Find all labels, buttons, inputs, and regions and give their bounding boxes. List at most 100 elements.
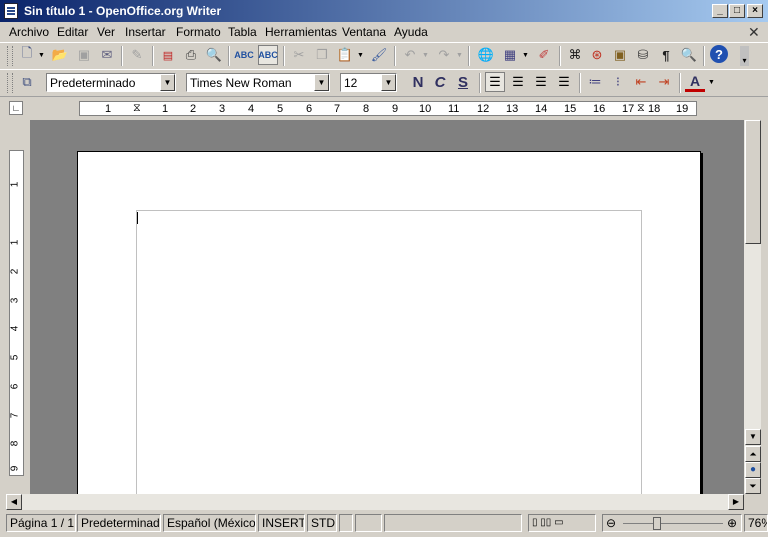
insert-mode[interactable]: INSERT [258,514,305,532]
menu-ayuda[interactable]: Ayuda [394,25,428,39]
zoom-out-icon[interactable]: ⊖ [606,515,616,531]
book-view-icon[interactable]: ▭ [554,517,563,528]
save-icon[interactable]: ▣ [74,45,94,65]
email-icon[interactable]: ✉ [97,45,117,65]
paste-dropdown-icon[interactable]: ▼ [357,45,364,65]
paragraph-style-select[interactable]: Predeterminado ▼ [46,73,176,92]
redo-icon[interactable]: ↷ [434,45,454,65]
help-icon[interactable]: ? [710,45,728,63]
document-page[interactable] [77,151,701,494]
navigator-icon[interactable]: ⊛ [587,45,607,65]
nonprinting-chars-icon[interactable]: ¶ [656,45,676,65]
edit-file-icon[interactable]: ✎ [127,45,147,65]
italic-button[interactable]: C [430,72,450,92]
bold-button[interactable]: N [408,72,428,92]
menu-tabla[interactable]: Tabla [228,25,257,39]
export-pdf-icon[interactable]: ▤ [158,45,178,65]
toolbar-grip[interactable] [7,73,13,93]
bullets-icon[interactable]: ⁝ [608,72,628,92]
minimize-button[interactable]: _ [712,4,728,18]
print-icon[interactable]: ⎙ [181,45,201,65]
page-indicator[interactable]: Página 1 / 1 [6,514,76,532]
tab-stop-selector[interactable]: ∟ [9,101,23,115]
single-page-view-icon[interactable]: ▯ [532,517,538,528]
toolbar-grip[interactable] [7,46,13,66]
increase-indent-icon[interactable]: ⇥ [654,72,674,92]
table-dropdown-icon[interactable]: ▼ [522,45,529,65]
menu-herramientas[interactable]: Herramientas [265,25,337,39]
open-folder-icon[interactable]: 📂 [50,45,70,65]
document-modified[interactable] [355,514,382,532]
zoom-slider-thumb[interactable] [653,517,661,530]
menu-ventana[interactable]: Ventana [342,25,386,39]
numbering-icon[interactable]: ≔ [585,72,605,92]
hyperlink-icon[interactable]: 🌐 [476,45,496,65]
chevron-down-icon[interactable]: ▼ [160,74,175,91]
chevron-down-icon[interactable]: ▼ [381,74,396,91]
language-indicator[interactable]: Español (México) [163,514,256,532]
hyperlink-mode[interactable] [339,514,353,532]
scroll-right-button[interactable]: ▶ [728,494,744,510]
zoom-slider[interactable]: ⊖ ⊕ [602,514,742,532]
vertical-ruler[interactable]: 1 1 2 3 4 5 6 7 8 9 [9,150,24,476]
toolbar-overflow-icon[interactable]: ▾ [740,46,749,66]
redo-dropdown-icon[interactable]: ▼ [456,45,463,65]
maximize-button[interactable]: □ [729,4,745,18]
close-button[interactable]: × [747,4,763,18]
indent-marker-icon[interactable]: ⧖ [637,102,645,115]
undo-icon[interactable]: ↶ [400,45,420,65]
chevron-down-icon[interactable]: ▼ [314,74,329,91]
gallery-icon[interactable]: ▣ [610,45,630,65]
menu-archivo[interactable]: Archivo [9,25,49,39]
zoom-icon[interactable]: 🔍 [679,45,699,65]
navigation-icon[interactable]: ● [745,462,761,478]
cut-icon[interactable]: ✂ [289,45,309,65]
styles-formatting-icon[interactable]: ⧉ [17,72,37,92]
paste-icon[interactable]: 📋 [335,45,355,65]
spellcheck-icon[interactable]: ABC [234,45,254,65]
signature-field[interactable] [384,514,522,532]
autospellcheck-icon[interactable]: ABC [258,45,278,65]
menu-insertar[interactable]: Insertar [125,25,166,39]
menu-ver[interactable]: Ver [97,25,115,39]
indent-marker-icon[interactable]: ⧖ [133,102,141,115]
page-style[interactable]: Predeterminado [77,514,161,532]
align-center-icon[interactable]: ☰ [508,72,528,92]
page-preview-icon[interactable]: 🔍 [204,45,224,65]
decrease-indent-icon[interactable]: ⇤ [631,72,651,92]
table-icon[interactable]: ▦ [500,45,520,65]
font-name-select[interactable]: Times New Roman ▼ [186,73,330,92]
zoom-in-icon[interactable]: ⊕ [727,515,737,531]
menu-formato[interactable]: Formato [176,25,221,39]
new-document-icon[interactable]: 🗋 [17,45,37,65]
scroll-left-button[interactable]: ◀ [6,494,22,510]
clone-format-icon[interactable]: 🖌 [369,45,389,65]
undo-dropdown-icon[interactable]: ▼ [422,45,429,65]
align-right-icon[interactable]: ☰ [531,72,551,92]
vertical-scroll-thumb[interactable] [745,120,761,244]
next-page-button[interactable]: ⏷ [745,478,761,494]
previous-page-button[interactable]: ⏶ [745,446,761,462]
selection-mode[interactable]: STD [307,514,337,532]
justify-icon[interactable]: ☰ [554,72,574,92]
font-color-dropdown-icon[interactable]: ▼ [708,72,715,92]
view-layout-selector[interactable]: ▯ ▯▯ ▭ [528,514,596,532]
underline-button[interactable]: S [453,72,473,92]
writer-document-icon[interactable] [4,3,18,19]
find-replace-icon[interactable]: ⌘ [565,45,585,65]
font-size-select[interactable]: 12 ▼ [340,73,397,92]
draw-functions-icon[interactable]: ✐ [534,45,554,65]
data-sources-icon[interactable]: ⛁ [633,45,653,65]
font-color-icon[interactable]: A [685,72,705,92]
text-boundaries[interactable] [136,210,642,494]
close-document-icon[interactable]: ✕ [748,24,760,41]
scroll-down-button[interactable]: ▼ [745,429,761,445]
copy-icon[interactable]: ❐ [312,45,332,65]
horizontal-ruler[interactable]: 1 ⧖ 1 2 3 4 5 6 7 8 9 10 11 12 13 14 15 … [79,101,697,116]
menu-editar[interactable]: Editar [57,25,88,39]
zoom-level[interactable]: 76% [744,514,768,532]
new-dropdown-icon[interactable]: ▼ [38,45,45,65]
two-page-view-icon[interactable]: ▯▯ [540,517,551,528]
align-left-icon[interactable]: ☰ [485,72,505,92]
horizontal-scrollbar[interactable] [6,494,744,510]
